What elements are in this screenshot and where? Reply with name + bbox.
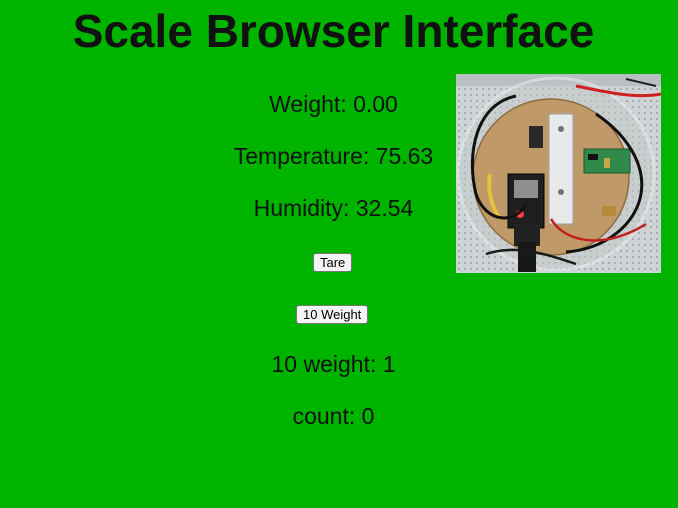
count-reading: count: 0 [292, 403, 375, 429]
scale-hardware-photo-graphic [456, 74, 661, 273]
scale-hardware-photo [456, 74, 661, 273]
page-title: Scale Browser Interface [72, 5, 595, 57]
ten-weight-reading: 10 weight: 1 [271, 351, 396, 377]
ten-weight-button[interactable]: 10 Weight [296, 305, 369, 324]
tare-button[interactable]: Tare [313, 253, 353, 272]
